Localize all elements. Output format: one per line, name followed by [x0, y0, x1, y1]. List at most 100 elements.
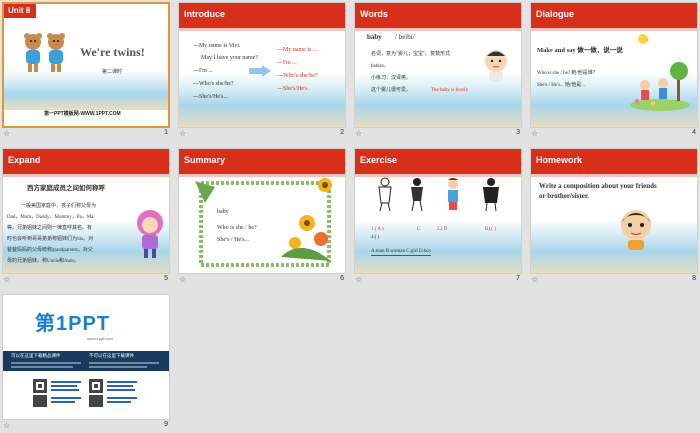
expand-line: Dad，Mom，Daddy，Mommy，Pa，Ma: [7, 215, 94, 220]
slide-8-preview[interactable]: Homework Write a composition about your …: [530, 148, 698, 274]
expand-line: 母的兄弟姐妹，称Uncle和Aunt。: [7, 259, 79, 264]
slide-7-preview[interactable]: Exercise 1.( A ) C 2.( D B).( ) 4.( ) A.…: [354, 148, 522, 274]
intro-line: ---She's/He's...: [193, 94, 228, 100]
slide-number: 1: [164, 129, 168, 136]
chick-icon: [638, 34, 649, 44]
slide-3-title: Words: [360, 9, 388, 19]
download-forbidden-title: 不可以在这里下载课件: [89, 353, 134, 358]
slide-2-title: Introduce: [184, 9, 226, 19]
slide-9-preview[interactable]: 第1PPT www.1ppt.com 可以在这里下载精品课件 不可以在这里下载课…: [2, 294, 170, 420]
dialogue-prompt: Make and say 做一做，说一说: [537, 47, 623, 54]
boy-face-image: [621, 210, 651, 250]
slide-5-preview[interactable]: Expand 西方家庭成员之间如何称呼 一般美国家庭中，孩子们称父母为 Dad，…: [2, 148, 170, 274]
expand-line: 爸爸妈妈的父母统称grandparents，对父: [7, 248, 93, 253]
exercise-answer: 4.( ): [371, 235, 380, 240]
slide-thumbnail-2[interactable]: Introduce ---My name is Vivi. May I have…: [178, 2, 346, 138]
slide-thumbnail-4[interactable]: Dialogue Make and say 做一做，说一说 Who is she…: [530, 2, 698, 138]
intro-answer: ---My name is ...: [277, 47, 318, 53]
download-allowed-title: 可以在这里下载精品课件: [11, 353, 61, 358]
beach-background: [531, 219, 697, 273]
star-icon: ☆: [355, 275, 363, 284]
flower-frame-image: [195, 178, 332, 267]
slide-5-title: Expand: [8, 155, 41, 165]
summary-line: baby: [217, 209, 229, 215]
exercise-options: A.man B.woman C.girl D.boy: [371, 249, 432, 256]
summary-line: She's / He's...: [217, 237, 249, 243]
intro-line: May I have your name?: [201, 55, 258, 61]
slide-1-preview[interactable]: Unit 8 We're twins! 第二课时 第一PPT模板网-WWW.1P…: [2, 2, 170, 128]
ppt-logo-sub: www.1ppt.com: [87, 336, 114, 341]
children-garden-image: [630, 62, 690, 111]
dialogue-line: She's / He's... 她/他是...: [537, 83, 586, 88]
intro-line: ---I'm ...: [193, 68, 213, 74]
slide-number: 4: [692, 129, 696, 136]
beach-background: [4, 70, 168, 110]
slide-1-title: Unit 8: [8, 6, 31, 15]
slide-number: 6: [340, 275, 344, 282]
slide-1-footer: 第一PPT模板网-WWW.1PPT.COM: [44, 111, 121, 117]
summary-line: Who is she / he?: [217, 225, 257, 231]
slide-6-preview[interactable]: Summary baby Who is she / he? She's / He…: [178, 148, 346, 274]
exercise-answer: 1.( A ): [371, 227, 384, 232]
slide-4-title: Dialogue: [536, 9, 575, 19]
expand-heading: 西方家庭成员之间如何称呼: [27, 185, 105, 192]
expand-line: 时也会听到哥哥弟弟称姐妹们为Sis。对: [7, 237, 94, 242]
slide-header: Summary: [179, 149, 345, 177]
slide-header: Expand: [3, 149, 169, 177]
word-line: 这个婴儿很可爱。: [371, 88, 412, 93]
qr-codes-image: [33, 379, 137, 407]
intro-line: ---My name is Vivi.: [193, 43, 241, 49]
slide-thumbnail-6[interactable]: Summary baby Who is she / he? She's / He…: [178, 148, 346, 284]
slide-number: 5: [164, 275, 168, 282]
exercise-answer: C: [417, 227, 421, 232]
star-icon: ☆: [179, 129, 187, 138]
slide-thumbnail-7[interactable]: Exercise 1.( A ) C 2.( D B).( ) 4.( ) A.…: [354, 148, 522, 284]
star-icon: ☆: [3, 129, 11, 138]
twin-bears-image: [24, 33, 65, 72]
slide-4-preview[interactable]: Dialogue Make and say 做一做，说一说 Who is she…: [530, 2, 698, 128]
slide-1-subtitle: 第二课时: [102, 70, 123, 75]
slide-3-preview[interactable]: Words baby / beibi/ 名词，意为"婴儿；宝宝"。复数形式 ba…: [354, 2, 522, 128]
slide-thumbnail-3[interactable]: Words baby / beibi/ 名词，意为"婴儿；宝宝"。复数形式 ba…: [354, 2, 522, 138]
slide-thumbnail-9[interactable]: 第1PPT www.1ppt.com 可以在这里下载精品课件 不可以在这里下载课…: [2, 294, 170, 430]
word-line: babies。: [371, 64, 389, 69]
star-icon: ☆: [179, 275, 187, 284]
slide-2-preview[interactable]: Introduce ---My name is Vivi. May I have…: [178, 2, 346, 128]
word-phonetic: / beibi/: [395, 33, 415, 41]
word-baby: baby: [367, 33, 382, 41]
word-line: 小练习：汉译英。: [371, 76, 412, 81]
intro-answer: ---I'm ...: [277, 60, 297, 66]
slide-header: Dialogue: [531, 3, 697, 31]
star-icon: ☆: [531, 275, 539, 284]
slide-number: 7: [516, 275, 520, 282]
intro-answer: ---She's/He's: [277, 86, 308, 92]
star-icon: ☆: [3, 421, 11, 430]
arrow-right-icon: [249, 65, 271, 77]
slide-1-heading: We're twins!: [80, 45, 145, 59]
slide-header: Words: [355, 3, 521, 31]
slide-thumbnail-5[interactable]: Expand 西方家庭成员之间如何称呼 一般美国家庭中，孩子们称父母为 Dad，…: [2, 148, 170, 284]
exercise-answer: B).( ): [485, 227, 496, 232]
homework-line: Write a composition about your friends: [539, 182, 657, 190]
intro-line: ---Who's she/he?: [193, 81, 234, 87]
slide-header: Exercise: [355, 149, 521, 177]
slide-number: 2: [340, 129, 344, 136]
slide-header: Homework: [531, 149, 697, 177]
slide-7-title: Exercise: [360, 155, 398, 165]
slide-header: Introduce: [179, 3, 345, 31]
expand-line: 等。兄弟姐妹之间则一律直呼其名。有: [7, 226, 93, 231]
info-banner: 可以在这里下载精品课件 不可以在这里下载课件: [3, 351, 169, 371]
word-line: 名词，意为"婴儿；宝宝"。复数形式: [371, 52, 451, 57]
star-icon: ☆: [355, 129, 363, 138]
expand-line: 一般美国家庭中，孩子们称父母为: [21, 204, 97, 209]
intro-answer: ---Who's she/he?: [277, 73, 318, 79]
homework-line: or brother/sister.: [539, 192, 590, 200]
slide-number: 9: [164, 421, 168, 428]
slide-thumbnail-1[interactable]: Unit 8 We're twins! 第二课时 第一PPT模板网-WWW.1P…: [2, 2, 170, 138]
star-icon: ☆: [531, 129, 539, 138]
baby-image: [485, 50, 507, 82]
slide-thumbnail-8[interactable]: Homework Write a composition about your …: [530, 148, 698, 284]
people-figures-image: [378, 177, 499, 212]
slide-number: 3: [516, 129, 520, 136]
slide-8-title: Homework: [536, 155, 583, 165]
